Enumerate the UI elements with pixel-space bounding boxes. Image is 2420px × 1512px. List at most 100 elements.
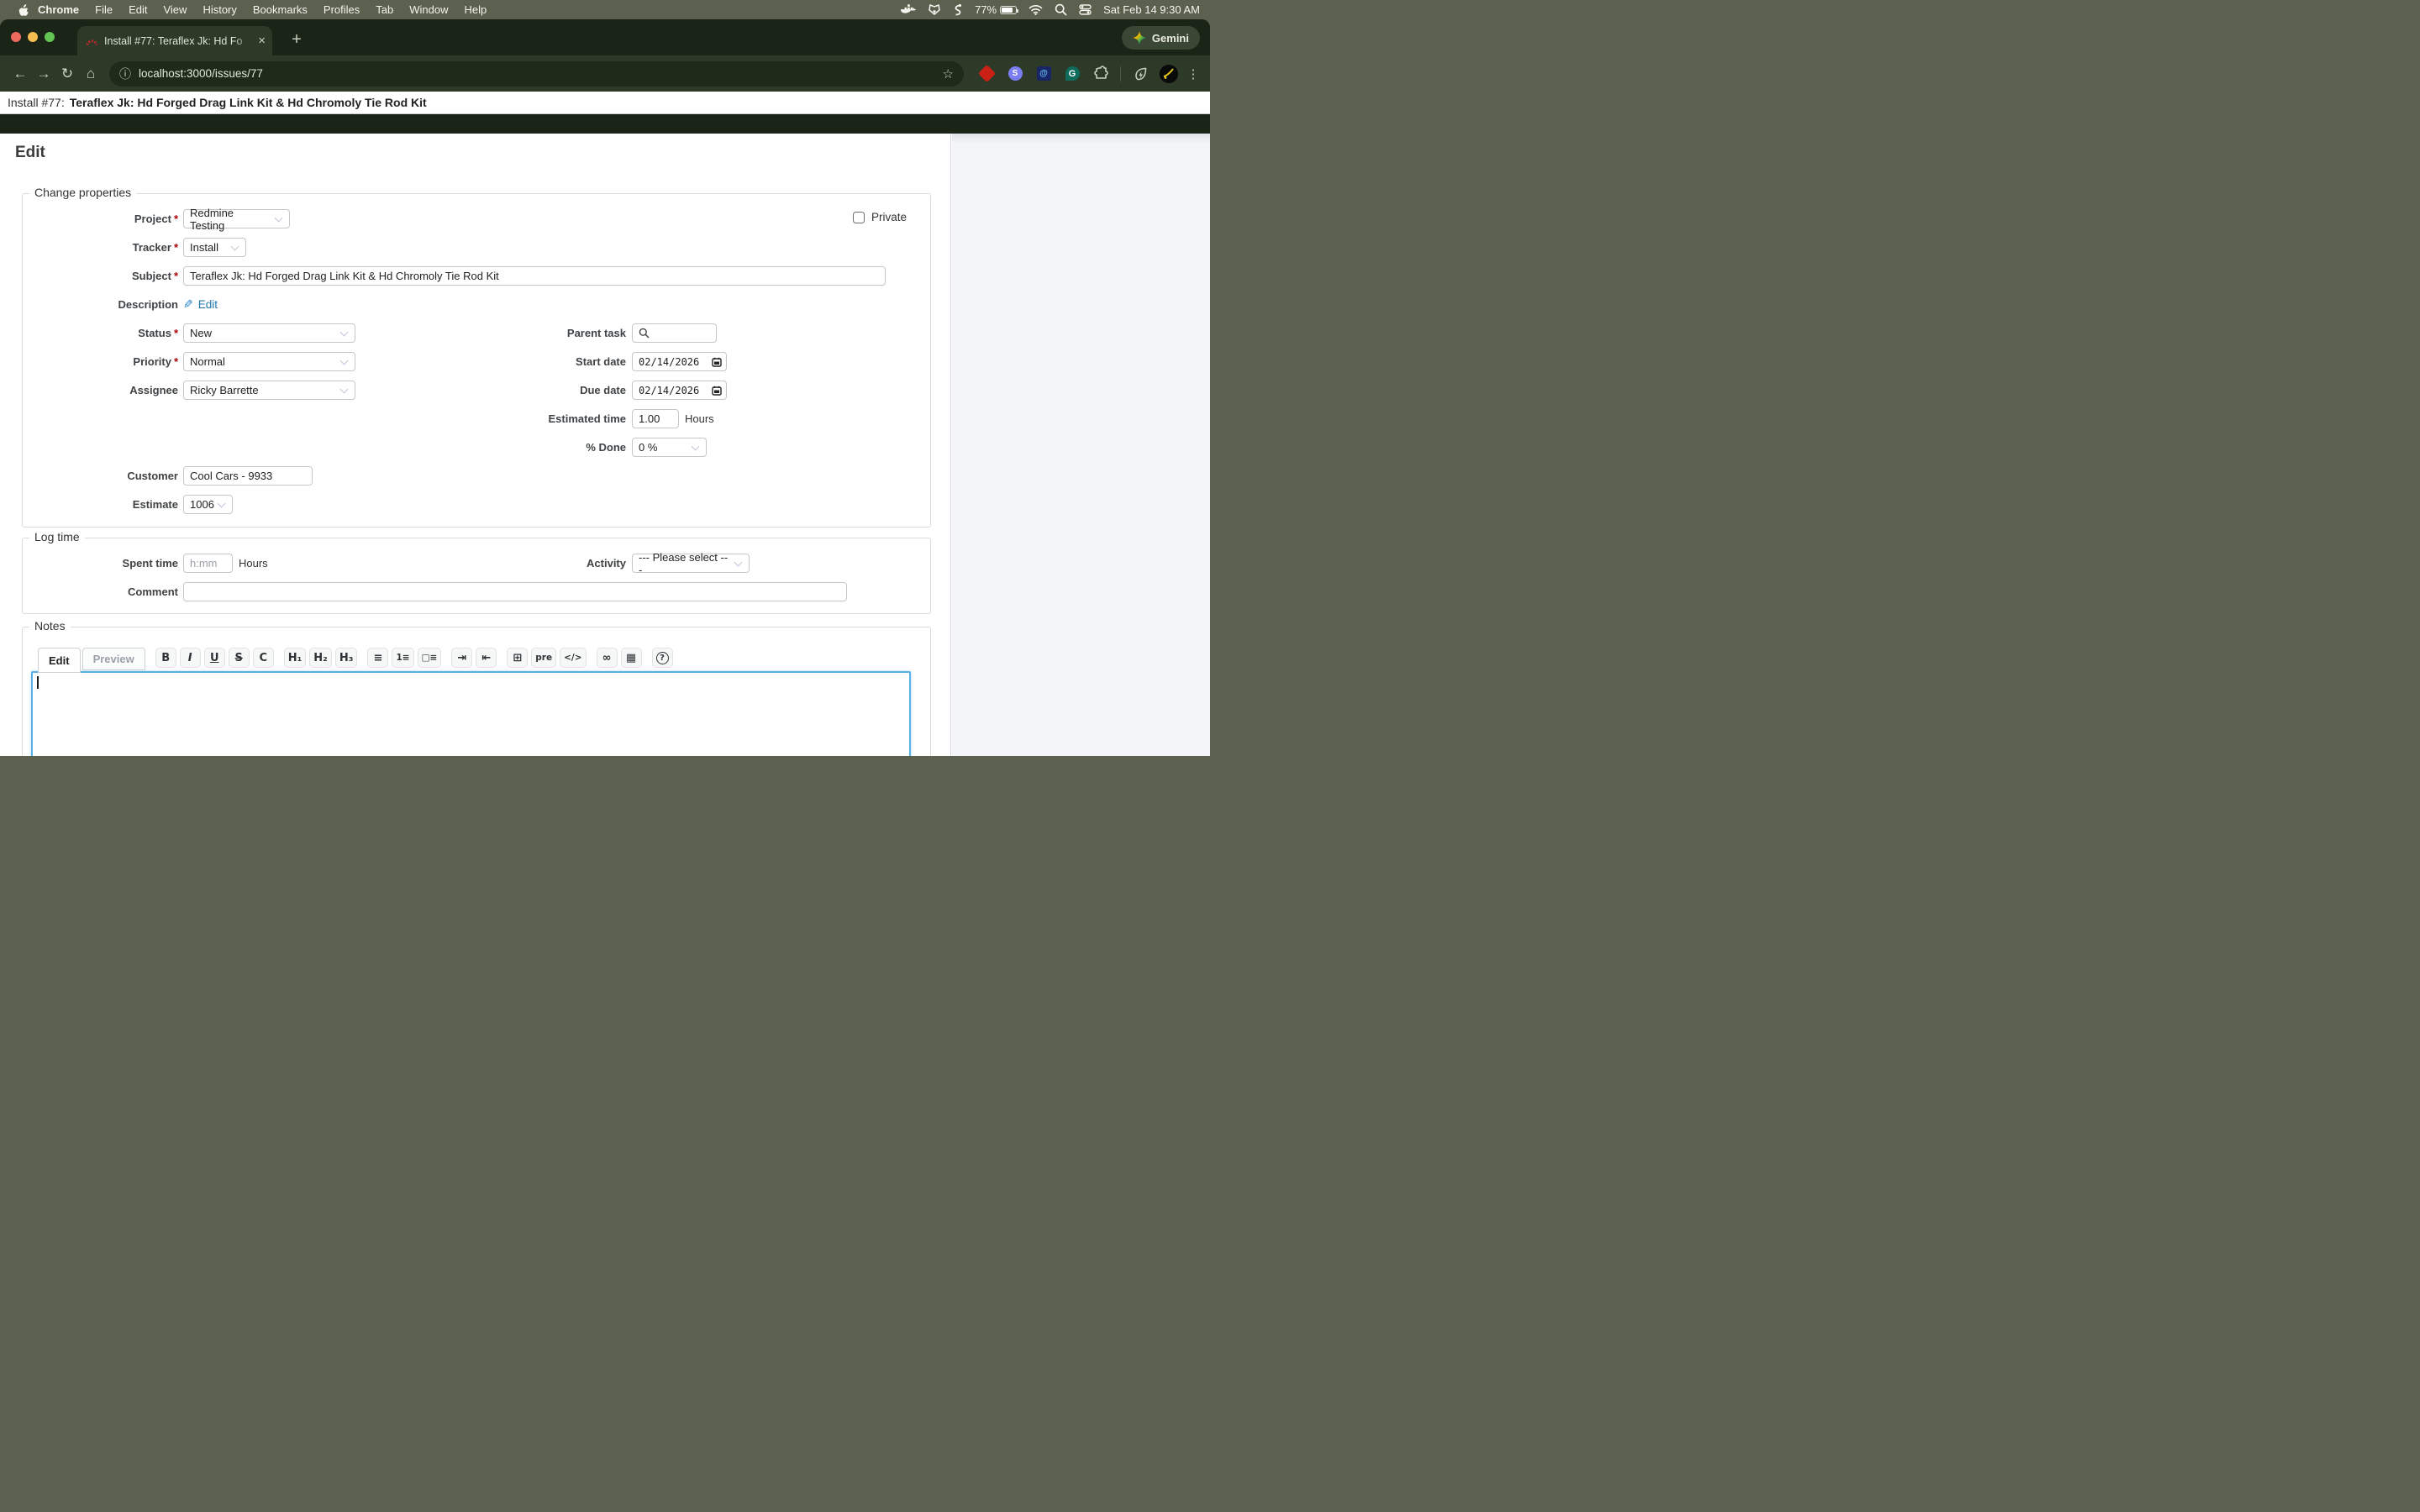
battery-icon xyxy=(1000,6,1017,14)
estimated-time-input[interactable]: 1.00 xyxy=(632,409,679,428)
notes-tab-edit[interactable]: Edit xyxy=(38,648,81,673)
browser-tab[interactable]: Install #77: Teraflex Jk: Hd Fo × xyxy=(77,26,272,55)
notes-toolbar-inline-code-button[interactable]: C xyxy=(253,648,274,668)
priority-select[interactable]: Normal xyxy=(183,352,355,371)
due-date-label: Due date xyxy=(471,384,626,396)
menu-file[interactable]: File xyxy=(95,3,113,16)
blue-lock-extension-icon[interactable]: @ xyxy=(1034,64,1054,84)
main-column: Edit Change properties Project* Redmine … xyxy=(0,134,951,756)
forward-button[interactable]: → xyxy=(32,62,55,86)
comment-input[interactable] xyxy=(183,582,847,601)
notes-toolbar-heading-1-button[interactable]: H₁ xyxy=(284,648,307,668)
minimize-window-button[interactable] xyxy=(28,32,38,42)
done-ratio-select[interactable]: 0 % xyxy=(632,438,707,457)
screen: Chrome File Edit View History Bookmarks Profil… xyxy=(0,0,1210,756)
menu-help[interactable]: Help xyxy=(465,3,487,16)
macos-menubar: Chrome File Edit View History Bookmarks Profil… xyxy=(0,0,1210,19)
notes-textarea[interactable] xyxy=(31,671,911,756)
reload-button[interactable]: ↻ xyxy=(55,62,79,86)
parent-task-input[interactable] xyxy=(632,323,717,343)
red-diamond-extension-icon[interactable] xyxy=(976,64,997,84)
customer-input[interactable]: Cool Cars - 9933 xyxy=(183,466,313,486)
hours-suffix: Hours xyxy=(685,412,714,425)
notes-toolbar-heading-3-button[interactable]: H₃ xyxy=(335,648,358,668)
menu-history[interactable]: History xyxy=(203,3,236,16)
project-label: Project* xyxy=(24,213,178,225)
change-properties-legend: Change properties xyxy=(29,186,136,199)
page-title: Edit xyxy=(15,144,45,162)
menu-window[interactable]: Window xyxy=(409,3,448,16)
new-tab-button[interactable]: + xyxy=(286,29,308,50)
menu-tab[interactable]: Tab xyxy=(376,3,393,16)
zoom-window-button[interactable] xyxy=(45,32,55,42)
notes-toolbar-heading-2-button[interactable]: H₂ xyxy=(309,648,332,668)
menu-view[interactable]: View xyxy=(163,3,187,16)
apple-menu-icon[interactable] xyxy=(17,3,29,17)
notes-legend: Notes xyxy=(29,619,71,633)
menubar-clock[interactable]: Sat Feb 14 9:30 AM xyxy=(1103,3,1200,16)
notes-toolbar-table-button[interactable]: ⊞ xyxy=(507,648,528,668)
battery-saver-leaf-icon[interactable] xyxy=(1130,64,1150,84)
notes-tab-preview[interactable]: Preview xyxy=(82,648,145,670)
url-text: localhost:3000/issues/77 xyxy=(139,67,263,80)
menu-edit[interactable]: Edit xyxy=(129,3,147,16)
close-tab-icon[interactable]: × xyxy=(258,34,266,48)
site-info-icon[interactable]: ⓘ xyxy=(119,66,131,82)
control-center-icon[interactable] xyxy=(1079,3,1092,16)
page-content: Edit Change properties Project* Redmine … xyxy=(0,134,1210,756)
issue-header: Install #77: Teraflex Jk: Hd Forged Drag… xyxy=(0,92,1210,114)
menu-bookmarks[interactable]: Bookmarks xyxy=(253,3,308,16)
address-bar[interactable]: ⓘ localhost:3000/issues/77 ☆ xyxy=(109,61,964,87)
redmine-favicon-icon xyxy=(86,35,98,46)
notes-toolbar-outdent-button[interactable]: ⇤ xyxy=(476,648,497,668)
spotlight-search-icon[interactable] xyxy=(1055,3,1067,16)
project-select[interactable]: Redmine Testing xyxy=(183,209,290,228)
subject-input[interactable]: Teraflex Jk: Hd Forged Drag Link Kit & H… xyxy=(183,266,886,286)
notes-toolbar-indent-button[interactable]: ⇥ xyxy=(451,648,472,668)
close-window-button[interactable] xyxy=(11,32,21,42)
notes-toolbar-underline-button[interactable]: U xyxy=(204,648,225,668)
bookmark-star-icon[interactable]: ☆ xyxy=(943,66,954,81)
menu-chrome[interactable]: Chrome xyxy=(38,3,79,16)
start-date-input[interactable]: 02/14/2026 xyxy=(632,352,727,371)
estimate-select[interactable]: 1006 xyxy=(183,495,233,514)
status-select[interactable]: New xyxy=(183,323,355,343)
notes-toolbar-code-block-button[interactable]: </> xyxy=(560,648,586,668)
notes-toolbar-italic-button[interactable]: I xyxy=(180,648,201,668)
fox-app-icon[interactable] xyxy=(928,3,941,16)
estimate-label: Estimate xyxy=(24,498,178,511)
browser-menu-icon[interactable]: ⋮ xyxy=(1185,66,1202,81)
assignee-select[interactable]: Ricky Barrette xyxy=(183,381,355,400)
menu-profiles[interactable]: Profiles xyxy=(324,3,360,16)
private-checkbox[interactable] xyxy=(853,212,865,223)
wifi-icon[interactable] xyxy=(1028,4,1043,15)
due-date-input[interactable]: 02/14/2026 xyxy=(632,381,727,400)
gemini-button[interactable]: Gemini xyxy=(1122,26,1200,50)
grammarly-extension-icon[interactable]: G xyxy=(1062,64,1082,84)
snake-app-icon[interactable] xyxy=(953,3,963,17)
notes-toolbar-insert-image-button[interactable]: ▦ xyxy=(621,648,642,668)
spent-time-input[interactable]: h:mm xyxy=(183,554,233,573)
tracker-label: Tracker* xyxy=(24,241,178,254)
back-button[interactable]: ← xyxy=(8,62,32,86)
profile-avatar[interactable] xyxy=(1160,65,1178,83)
docker-icon[interactable] xyxy=(901,4,916,16)
notes-toolbar-ordered-list-button[interactable]: 1≡ xyxy=(392,648,413,668)
notes-toolbar-preformatted-button[interactable]: pre xyxy=(531,648,556,668)
issue-subject-title: Teraflex Jk: Hd Forged Drag Link Kit & H… xyxy=(70,96,427,109)
description-edit-link[interactable]: Edit xyxy=(198,298,218,311)
extensions-puzzle-icon[interactable] xyxy=(1091,64,1111,84)
notes-toolbar-unordered-list-button[interactable]: ≡ xyxy=(367,648,388,668)
battery-indicator[interactable]: 77% xyxy=(975,3,1017,16)
hours-suffix: Hours xyxy=(239,557,268,570)
tracker-select[interactable]: Install xyxy=(183,238,246,257)
notes-toolbar-definition-list-button[interactable]: □≡ xyxy=(418,648,442,668)
chevron-down-icon xyxy=(218,500,226,508)
notes-toolbar-help-button[interactable]: ? xyxy=(652,648,673,668)
purple-extension-icon[interactable]: S xyxy=(1005,64,1025,84)
notes-toolbar-attach-document-button[interactable]: ∞ xyxy=(597,648,618,668)
notes-toolbar-bold-button[interactable]: B xyxy=(155,648,176,668)
home-button[interactable]: ⌂ xyxy=(79,62,103,86)
notes-toolbar-strikethrough-button[interactable]: S xyxy=(229,648,250,668)
activity-select[interactable]: --- Please select --- xyxy=(632,554,750,573)
